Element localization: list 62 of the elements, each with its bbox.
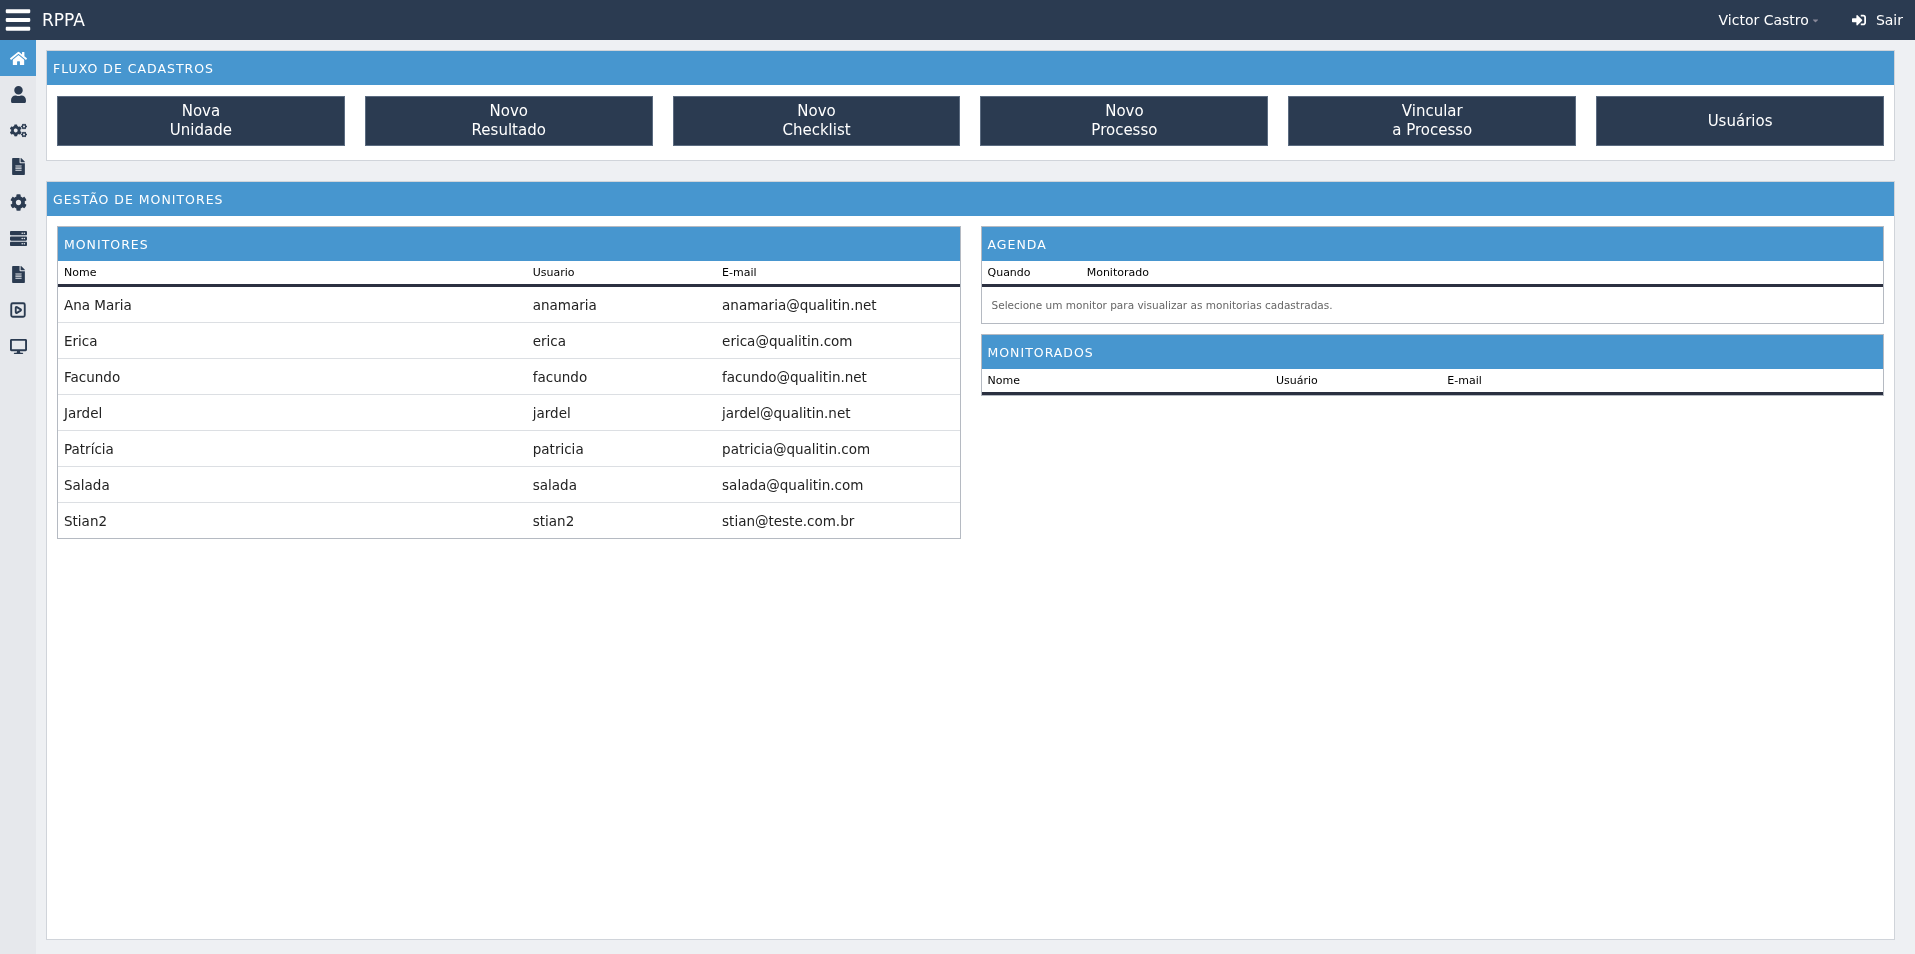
table-cell: jardel@qualitin.net — [716, 394, 960, 431]
column-header: E-mail — [716, 261, 960, 286]
table-cell: patricia@qualitin.com — [716, 430, 960, 467]
table-cell: Ana Maria — [58, 285, 527, 323]
gears-icon — [9, 121, 27, 139]
table-cell: salada@qualitin.com — [716, 466, 960, 503]
action-button[interactable]: Nova Unidade — [57, 96, 345, 146]
server-icon — [9, 229, 27, 247]
table-cell: jardel — [526, 394, 717, 431]
table-cell: Patrícia — [58, 430, 527, 467]
section-title: GESTÃO DE MONITORES — [47, 182, 1894, 216]
table-row[interactable]: Salada salada salada@qualitin.com — [58, 466, 960, 503]
document-icon — [9, 157, 27, 175]
action-button[interactable]: Novo Processo — [980, 96, 1269, 146]
home-icon — [9, 49, 27, 67]
logout-icon — [1851, 13, 1866, 27]
table-cell: Facundo — [58, 358, 527, 395]
table-cell: stian2 — [526, 502, 717, 538]
action-button[interactable]: Usuários — [1596, 96, 1884, 146]
table-row[interactable]: Ana Maria anamaria anamaria@qualitin.net — [58, 285, 960, 323]
table-row[interactable]: Stian2 stian2 stian@teste.com.br — [58, 502, 960, 538]
panel-title: MONITORADOS — [981, 335, 1883, 369]
logout-link[interactable]: Sair — [1875, 12, 1903, 28]
play-icon — [9, 301, 27, 319]
table-cell: patricia — [526, 430, 717, 467]
app-title: RPPA — [42, 10, 85, 30]
table-cell: anamaria — [526, 285, 717, 323]
table-row[interactable]: Jardel jardel jardel@qualitin.net — [58, 394, 960, 431]
table-row[interactable]: Patrícia patricia patricia@qualitin.com — [58, 430, 960, 467]
action-button[interactable]: Novo Checklist — [672, 96, 961, 146]
column-header: Quando — [981, 261, 1081, 286]
table-cell: salada — [526, 466, 717, 503]
table-cell: erica — [526, 322, 717, 359]
table-cell: anamaria@qualitin.net — [716, 285, 960, 323]
table-row[interactable]: Erica erica erica@qualitin.com — [58, 322, 960, 359]
column-header: Usuario — [526, 261, 717, 286]
menu-icon[interactable] — [4, 6, 32, 34]
table-cell: erica@qualitin.com — [716, 322, 960, 359]
empty-message: Selecione um monitor para visualizar as monitorias cadastradas. — [981, 285, 1883, 323]
panel-title: AGENDA — [981, 227, 1883, 261]
table-cell: Erica — [58, 322, 527, 359]
table-cell: facundo — [526, 358, 717, 395]
table-cell: Salada — [58, 466, 527, 503]
table-cell: facundo@qualitin.net — [716, 358, 960, 395]
table-cell: Jardel — [58, 394, 527, 431]
action-button[interactable]: Vincular a Processo — [1288, 96, 1577, 146]
column-header: Nome — [58, 261, 527, 286]
monitor-icon — [9, 337, 27, 355]
table-cell: Stian2 — [58, 502, 527, 538]
column-header: Nome — [981, 369, 1270, 394]
action-button[interactable]: Novo Resultado — [364, 96, 653, 146]
column-header: E-mail — [1441, 369, 1883, 394]
user-menu[interactable]: Victor Castro — [1718, 12, 1820, 28]
column-header: Monitorado — [1080, 261, 1883, 286]
table-row[interactable]: Facundo facundo facundo@qualitin.net — [58, 358, 960, 395]
column-header: Usuário — [1269, 369, 1442, 394]
settings-icon — [9, 193, 27, 211]
table-cell: stian@teste.com.br — [716, 502, 960, 538]
user-icon — [9, 85, 27, 103]
document-icon — [9, 265, 27, 283]
panel-title: MONITORES — [58, 227, 960, 261]
section-title: FLUXO DE CADASTROS — [47, 51, 1894, 85]
